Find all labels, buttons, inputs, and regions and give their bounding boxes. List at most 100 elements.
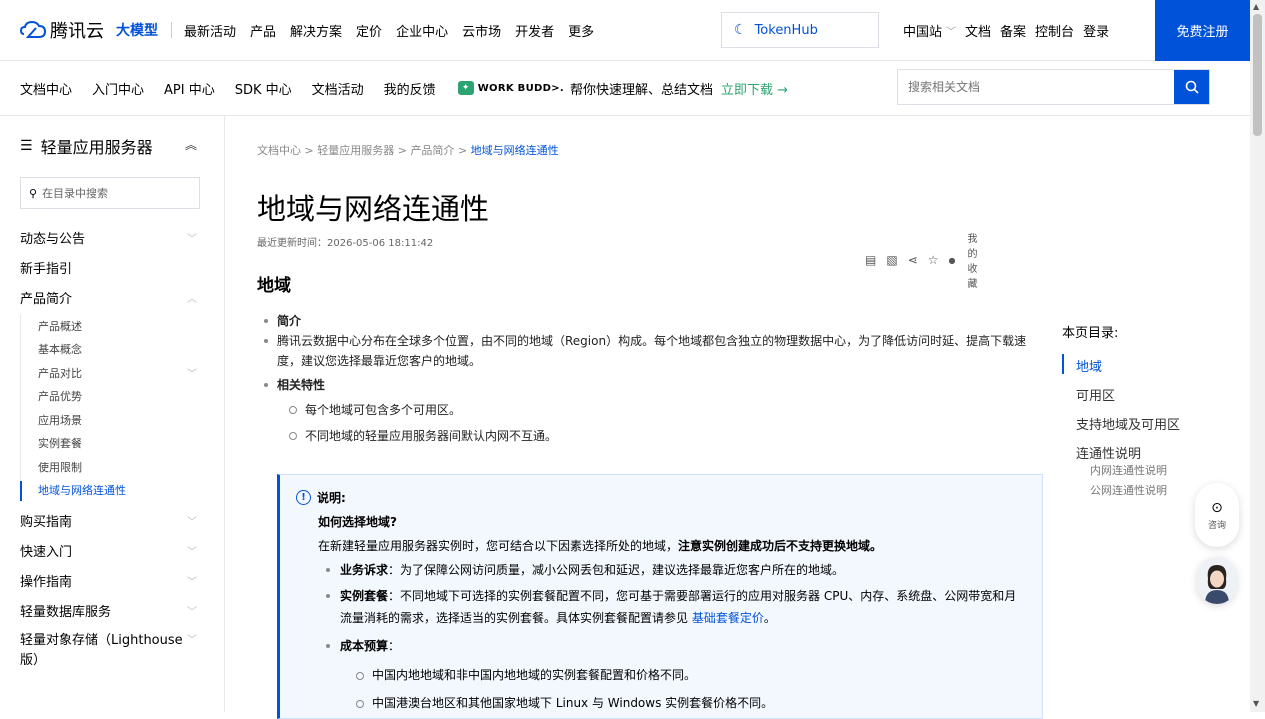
workbuddy-promo[interactable]: ✦ WORK BUDD>. 帮你快速理解、总结文档 立即下载 → <box>457 79 788 98</box>
sidebar-subitem-overview[interactable]: 产品概述 <box>0 314 225 338</box>
top-menu: 最新活动 产品 解决方案 定价 企业中心 云市场 开发者 更多 <box>184 21 608 40</box>
sidebar-item-label: 轻量对象存储（Lighthouse版） <box>20 633 183 668</box>
sidebar-subitem-regions[interactable]: 地域与网络连通性 <box>0 479 225 503</box>
subnav-sdk-center[interactable]: SDK 中心 <box>235 79 292 98</box>
subnav-api-center[interactable]: API 中心 <box>164 79 215 98</box>
search-icon: ⚲ <box>29 186 38 200</box>
sidebar-item-label: 新手指引 <box>20 261 73 277</box>
scrollbar-thumb[interactable] <box>1253 14 1262 136</box>
sidebar-item-label: 快速入门 <box>20 544 73 560</box>
subnav-doc-center[interactable]: 文档中心 <box>20 79 72 98</box>
menu-activities[interactable]: 最新活动 <box>184 21 236 40</box>
sidebar-item-intro[interactable]: 产品简介 ︿ <box>0 282 225 312</box>
sidebar-item-label: 购买指南 <box>20 514 73 530</box>
subnav-getting-started[interactable]: 入门中心 <box>92 79 144 98</box>
pdf-icon[interactable]: ▧ <box>886 253 897 267</box>
workbuddy-download[interactable]: 立即下载 → <box>721 79 788 98</box>
share-icon[interactable]: ⋖ <box>908 253 918 267</box>
doc-subnav: 文档中心 入门中心 API 中心 SDK 中心 文档活动 我的反馈 ✦ WORK… <box>0 61 1250 116</box>
menu-pricing[interactable]: 定价 <box>356 21 382 40</box>
doc-actions: ▤ ▧ ⋖ ☆ ● 我的收藏 <box>865 230 978 290</box>
chevron-down-icon: ﹀ <box>187 546 197 558</box>
menu-developers[interactable]: 开发者 <box>515 21 554 40</box>
note-point: 业务诉求：为了保障公网访问质量，减小公网丢包和延迟，建议选择最靠近您客户所在的地… <box>318 559 1018 581</box>
sidebar-list: 动态与公告 ﹀ 新手指引 产品简介 ︿ 产品概述 基本概念 产品对比 ﹀ 产品优势 应… <box>0 222 225 675</box>
menu-enterprise[interactable]: 企业中心 <box>396 21 448 40</box>
note-header: ! 说明: <box>296 489 346 506</box>
dot-icon: ● <box>948 255 956 265</box>
note-lead-bold: 注意实例创建成功后不支持更换地域。 <box>678 539 883 553</box>
tencent-cloud-logo[interactable]: 腾讯云 <box>20 17 104 43</box>
note-point-text: ：为了保障公网访问质量，减小公网丢包和延迟，建议选择最靠近您客户所在的地域。 <box>388 563 845 577</box>
logo-text: 腾讯云 <box>50 21 104 42</box>
subnav-doc-activities[interactable]: 文档活动 <box>312 79 364 98</box>
assistant-avatar[interactable] <box>1197 557 1237 604</box>
sidebar-item-database[interactable]: 轻量数据库服务 ﹀ <box>0 595 225 625</box>
sidebar-search[interactable]: ⚲ 在目录中搜索 <box>20 177 200 209</box>
search-button[interactable] <box>1174 70 1209 104</box>
sidebar-item-label: 轻量数据库服务 <box>20 604 112 620</box>
sidebar-item-guide[interactable]: 新手指引 <box>0 252 225 282</box>
sidebar-item-quickstart[interactable]: 快速入门 ﹀ <box>0 535 225 565</box>
divider <box>171 22 172 38</box>
subnav-my-feedback[interactable]: 我的反馈 <box>384 79 436 98</box>
sidebar-title: ☰ 轻量应用服务器 <box>20 134 153 158</box>
page-title: 地域与网络连通性 <box>257 192 490 226</box>
consult-button[interactable]: ⊙ 咨询 <box>1195 483 1239 547</box>
toc-title: 本页目录: <box>1062 326 1119 341</box>
sidebar-item-purchase[interactable]: 购买指南 ﹀ <box>0 505 225 535</box>
scroll-up-icon[interactable]: ▲ <box>1253 2 1259 11</box>
headset-icon: ⊙ <box>1211 499 1223 516</box>
tokenhub-button[interactable]: ☾ TokenHub <box>721 12 879 48</box>
toc-item-region[interactable]: 地域 <box>1062 354 1180 385</box>
page-scrollbar[interactable]: ▲ ▼ <box>1250 0 1265 712</box>
sidebar-item-label: 操作指南 <box>20 574 73 590</box>
workbuddy-text: 帮你快速理解、总结文档 <box>569 82 713 98</box>
menu-products[interactable]: 产品 <box>250 21 276 40</box>
note-question: 如何选择地域? <box>318 515 397 529</box>
workbuddy-icon: ✦ <box>457 81 474 95</box>
note-lead: 在新建轻量应用服务器实例时，您可结合以下因素选择所处的地域，注意实例创建成功后不… <box>318 537 882 554</box>
list-item: 每个地域可包含多个可用区。 <box>257 399 1047 421</box>
docs-link[interactable]: 文档 <box>965 21 991 40</box>
toc-item-connectivity[interactable]: 连通性说明 <box>1062 443 1180 472</box>
menu-solutions[interactable]: 解决方案 <box>290 21 342 40</box>
sidebar-subitem-concepts[interactable]: 基本概念 <box>0 338 225 362</box>
llm-link[interactable]: 大模型 <box>116 20 158 40</box>
note-point: 实例套餐：不同地域下可选择的实例套餐配置不同，您可基于需要部署运行的应用对服务器… <box>318 585 1018 629</box>
pricing-link[interactable]: 基础套餐定价 <box>692 611 764 625</box>
sidebar: ☰ 轻量应用服务器 ︽ ⚲ 在目录中搜索 动态与公告 ﹀ 新手指引 产品简介 ︿ 产… <box>0 116 225 712</box>
breadcrumb-intro[interactable]: 产品简介 <box>410 144 454 157</box>
toc-subitem-public[interactable]: 公网连通性说明 <box>1062 482 1180 502</box>
sidebar-subitem-advantages[interactable]: 产品优势 <box>0 385 225 409</box>
sidebar-item-updates[interactable]: 动态与公告 ﹀ <box>0 222 225 252</box>
login-link[interactable]: 登录 <box>1083 21 1109 40</box>
region-selector[interactable]: 中国站 <box>903 21 942 40</box>
signup-button[interactable]: 免费注册 <box>1155 0 1250 61</box>
chevron-down-icon: ﹀ <box>187 233 197 245</box>
console-link[interactable]: 控制台 <box>1035 21 1074 40</box>
sidebar-item-label: 动态与公告 <box>20 231 86 247</box>
collapse-icon[interactable]: ︽ <box>185 136 197 153</box>
beian-link[interactable]: 备案 <box>1000 21 1026 40</box>
info-icon: ! <box>296 490 311 505</box>
sidebar-subitem-compare[interactable]: 产品对比 ﹀ <box>0 361 225 385</box>
sidebar-subitem-bundles[interactable]: 实例套餐 <box>0 432 225 456</box>
note-point-title: 成本预算 <box>340 639 389 653</box>
menu-marketplace[interactable]: 云市场 <box>462 21 501 40</box>
intro-text: 腾讯云数据中心分布在全球多个位置，由不同的地域（Region）构成。每个地域都包… <box>277 334 1027 368</box>
star-icon[interactable]: ☆ <box>928 253 939 267</box>
doc-search-input[interactable] <box>898 70 1174 104</box>
breadcrumb-doc-center[interactable]: 文档中心 <box>257 144 301 157</box>
my-favorites-link[interactable]: 我的收藏 <box>968 230 978 290</box>
sidebar-subitem-scenarios[interactable]: 应用场景 <box>0 408 225 432</box>
toc-item-zone[interactable]: 可用区 <box>1062 385 1180 414</box>
sidebar-item-object-storage[interactable]: 轻量对象存储（Lighthouse版） ﹀ <box>0 625 225 675</box>
toc-item-supported[interactable]: 支持地域及可用区 <box>1062 414 1180 443</box>
scroll-down-icon[interactable]: ▼ <box>1253 699 1259 708</box>
sidebar-subitem-limits[interactable]: 使用限制 <box>0 455 225 479</box>
menu-more[interactable]: 更多 <box>568 21 594 40</box>
doc-icon[interactable]: ▤ <box>865 253 876 267</box>
sidebar-item-operations[interactable]: 操作指南 ﹀ <box>0 565 225 595</box>
breadcrumb-lighthouse[interactable]: 轻量应用服务器 <box>317 144 394 157</box>
